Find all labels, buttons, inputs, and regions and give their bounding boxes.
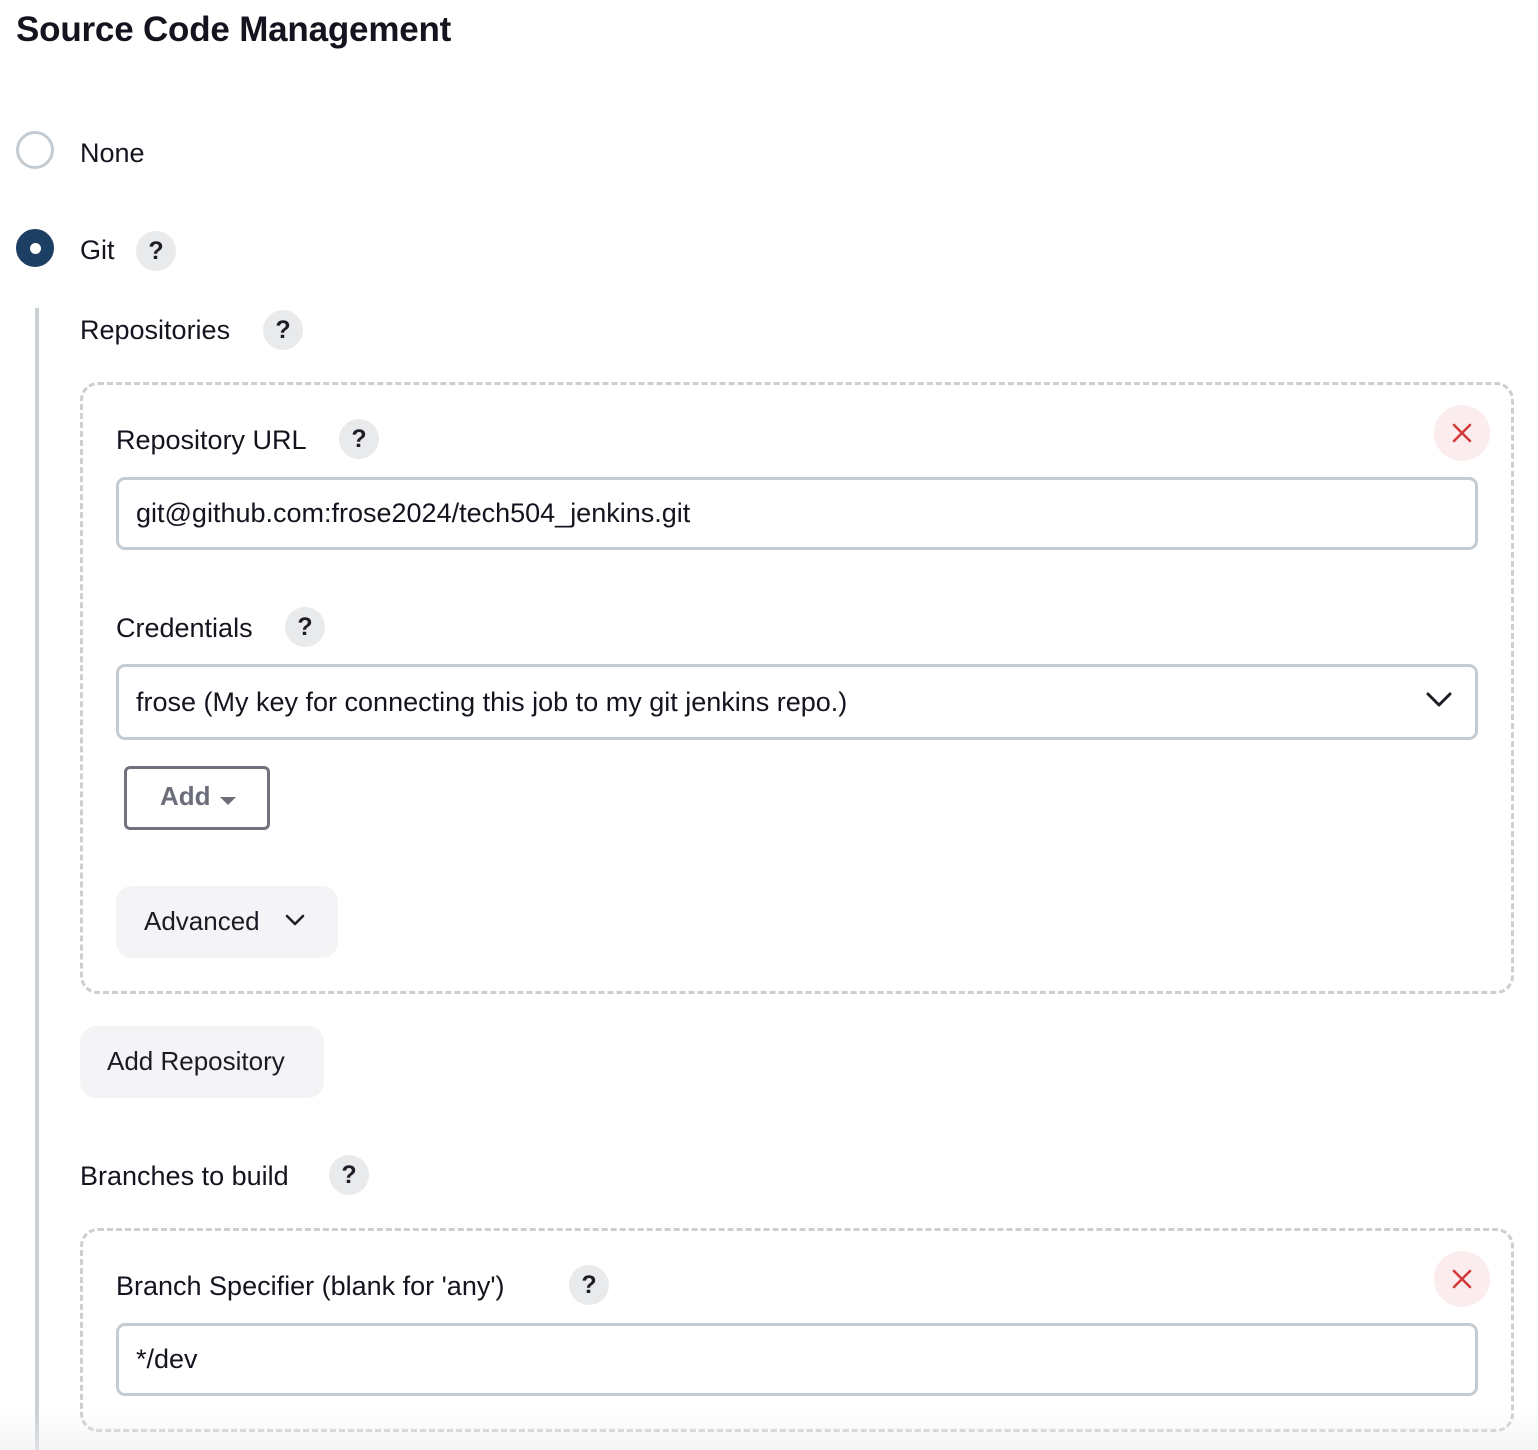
credentials-label: Credentials [116, 613, 253, 643]
branches-help-icon[interactable]: ? [329, 1155, 369, 1195]
branch-specifier-label: Branch Specifier (blank for 'any') [116, 1271, 505, 1301]
radio-git-label[interactable]: Git [80, 230, 115, 270]
add-credentials-label: Add [160, 781, 211, 811]
close-icon [1452, 423, 1472, 443]
add-repository-label: Add Repository [107, 1046, 285, 1076]
credentials-selected-value: frose (My key for connecting this job to… [136, 687, 848, 717]
advanced-button[interactable]: Advanced [116, 886, 338, 958]
credentials-help-icon[interactable]: ? [285, 607, 325, 647]
add-repository-button[interactable]: Add Repository [80, 1026, 324, 1098]
git-help-icon[interactable]: ? [136, 231, 176, 271]
repository-url-help-icon[interactable]: ? [339, 419, 379, 459]
add-credentials-button[interactable]: Add [124, 766, 270, 830]
git-section-indent-line [35, 308, 39, 1450]
chevron-down-icon [1426, 692, 1452, 707]
branch-specifier-help-icon[interactable]: ? [569, 1265, 609, 1305]
repository-url-label: Repository URL [116, 425, 307, 455]
credentials-select[interactable]: frose (My key for connecting this job to… [116, 664, 1478, 740]
radio-git[interactable] [16, 229, 54, 267]
chevron-down-icon [285, 914, 305, 926]
close-icon [1452, 1269, 1472, 1289]
repositories-label: Repositories [80, 315, 231, 345]
advanced-label: Advanced [144, 906, 260, 936]
caret-down-icon [220, 797, 236, 805]
repository-url-input[interactable]: git@github.com:frose2024/tech504_jenkins… [116, 477, 1478, 550]
radio-none[interactable] [16, 131, 54, 169]
branches-label: Branches to build [80, 1161, 289, 1191]
branch-specifier-input[interactable]: */dev [116, 1323, 1478, 1396]
repositories-help-icon[interactable]: ? [263, 310, 303, 350]
delete-repository-button[interactable] [1434, 405, 1490, 461]
delete-branch-button[interactable] [1434, 1251, 1490, 1307]
section-title: Source Code Management [16, 10, 452, 49]
radio-none-label[interactable]: None [80, 133, 145, 173]
